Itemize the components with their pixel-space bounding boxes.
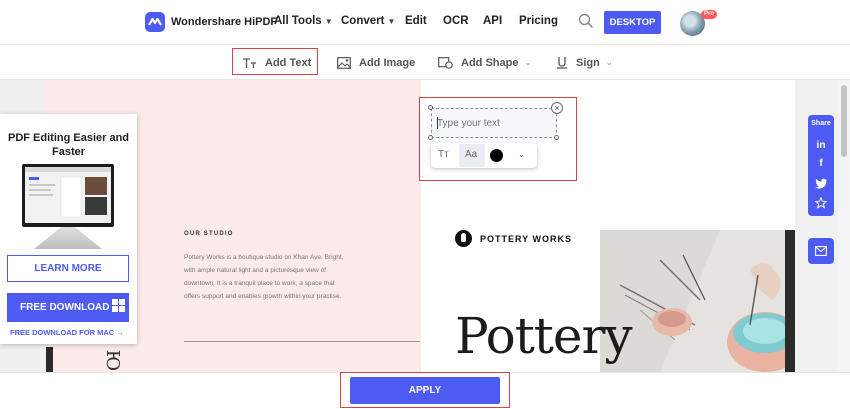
hipdf-logo-icon <box>145 12 165 32</box>
nav-all-tools-label: All Tools <box>274 15 322 27</box>
chevron-down-icon[interactable]: ⌄ <box>518 150 525 159</box>
twitter-icon[interactable] <box>815 178 827 189</box>
chevron-down-icon: ▼ <box>387 17 396 26</box>
rotated-page-text: Ю <box>102 349 124 372</box>
windows-icon <box>112 299 125 312</box>
nav-edit[interactable]: Edit <box>405 15 427 27</box>
text-input-field[interactable] <box>437 115 549 131</box>
nav-convert-label: Convert <box>341 15 385 27</box>
nav-ocr[interactable]: OCR <box>443 15 469 27</box>
pen-icon <box>557 57 567 69</box>
desktop-button[interactable]: DESKTOP <box>604 11 661 34</box>
shape-icon <box>438 56 453 69</box>
close-icon[interactable]: × <box>551 102 563 114</box>
free-download-button[interactable]: FREE DOWNLOAD <box>7 293 129 322</box>
facebook-icon[interactable]: f <box>808 158 834 169</box>
chevron-down-icon: ▼ <box>324 17 333 26</box>
scrollbar-thumb[interactable] <box>841 85 847 157</box>
add-image-tool[interactable]: Add Image <box>337 45 415 80</box>
nav-api[interactable]: API <box>483 15 502 27</box>
pottery-works-logo-icon <box>455 230 472 247</box>
add-image-label: Add Image <box>359 56 416 69</box>
star-icon[interactable] <box>815 197 827 209</box>
text-color-swatch[interactable] <box>490 149 503 162</box>
nav-pricing[interactable]: Pricing <box>519 15 558 27</box>
promo-title: PDF Editing Easier and Faster <box>7 132 130 158</box>
studio-heading: OUR STUDIO <box>184 231 234 237</box>
font-size-icon[interactable]: Tт <box>438 149 449 160</box>
pottery-big-title: Pottery <box>455 307 633 365</box>
logo-text: Wondershare HiPDF <box>171 16 278 28</box>
page-dark-strip <box>46 347 53 372</box>
chevron-down-icon: ⌄ <box>605 58 613 67</box>
free-download-label: FREE DOWNLOAD <box>20 302 110 313</box>
mail-icon <box>815 246 827 256</box>
sign-label: Sign <box>576 56 600 69</box>
nav-convert[interactable]: Convert ▼ <box>341 15 395 27</box>
search-icon[interactable] <box>578 13 594 29</box>
linkedin-icon[interactable]: in <box>808 140 834 151</box>
add-shape-label: Add Shape <box>461 56 519 69</box>
pottery-works-brand: POTTERY WORKS <box>480 234 573 244</box>
logo[interactable]: Wondershare HiPDF <box>145 12 277 32</box>
resize-handle[interactable] <box>428 105 433 110</box>
resize-handle[interactable] <box>428 135 433 140</box>
font-family-icon: Aa <box>465 149 478 160</box>
active-tool-highlight <box>232 48 318 75</box>
monitor-screen-illustration <box>25 167 111 223</box>
share-label: Share <box>811 120 831 127</box>
sign-tool[interactable]: Sign ⌄ <box>556 45 613 80</box>
nav-all-tools[interactable]: All Tools ▼ <box>274 15 333 27</box>
studio-body-text: Pottery Works is a boutique studio on Kh… <box>184 254 344 300</box>
top-navigation: Wondershare HiPDF All Tools ▼ Convert ▼ Ed… <box>0 0 850 45</box>
page-divider <box>184 341 420 342</box>
apply-button[interactable]: APPLY <box>350 377 500 404</box>
editor-toolbar: Add Text Add Image Add Shape ⌄ Sign ⌄ <box>0 45 850 80</box>
email-button[interactable] <box>808 238 834 264</box>
text-cursor <box>437 117 438 129</box>
chevron-down-icon: ⌄ <box>524 58 532 67</box>
add-shape-tool[interactable]: Add Shape ⌄ <box>438 45 531 80</box>
pro-badge: Pro <box>701 10 718 19</box>
image-icon <box>337 56 351 69</box>
free-download-mac-link[interactable]: FREE DOWNLOAD FOR MAC → <box>10 328 124 337</box>
learn-more-button[interactable]: LEARN MORE <box>7 255 129 282</box>
resize-handle[interactable] <box>554 135 559 140</box>
